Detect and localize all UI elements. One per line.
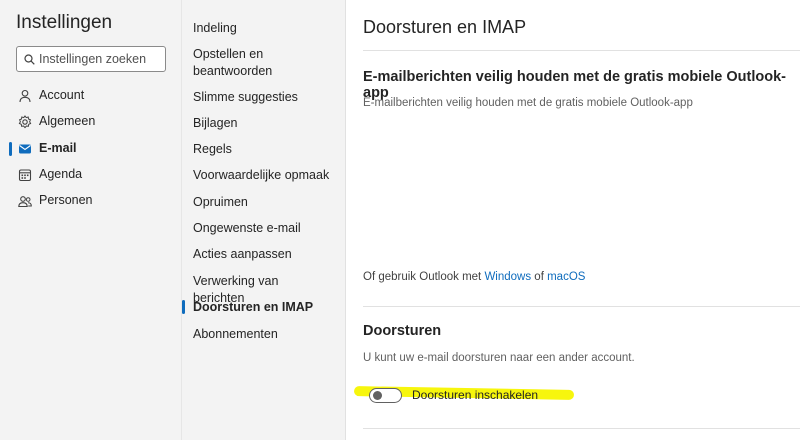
settings-search-box[interactable] (16, 46, 166, 72)
forwarding-description: U kunt uw e-mail doorsturen naar een and… (363, 352, 635, 364)
settings-nav-pane: Instellingen Account Algemeen E-mail (0, 0, 181, 440)
forwarding-toggle[interactable] (369, 388, 402, 403)
nav-item-label: Personen (39, 193, 93, 207)
settings-title: Instellingen (16, 12, 113, 33)
people-icon (18, 196, 32, 208)
nav-item-label: Agenda (39, 167, 83, 181)
calendar-icon (18, 169, 32, 182)
nav-item-email[interactable]: E-mail (0, 136, 181, 162)
divider (363, 50, 800, 51)
submenu-item-label: Acties aanpassen (193, 247, 292, 261)
gear-icon (18, 115, 32, 129)
nav-item-people[interactable]: Personen (0, 188, 181, 214)
nav-item-label: Algemeen (39, 114, 96, 128)
promo-subtext: E-mailberichten veilig houden met de gra… (363, 97, 693, 109)
submenu-item-label: Bijlagen (193, 116, 238, 130)
submenu-item-label: Indeling (193, 21, 237, 35)
submenu-item-label: Abonnementen (193, 327, 278, 341)
nav-item-general[interactable]: Algemeen (0, 109, 181, 135)
settings-content-pane: Doorsturen en IMAP E-mailberichten veili… (345, 0, 800, 440)
person-icon (19, 89, 31, 103)
nav-item-label: E-mail (39, 141, 77, 155)
page-title: Doorsturen en IMAP (363, 17, 527, 37)
nav-item-calendar[interactable]: Agenda (0, 162, 181, 188)
submenu-item-label: Regels (193, 142, 232, 156)
submenu-item-label: Doorsturen en IMAP (193, 300, 314, 314)
toggle-knob (373, 391, 382, 400)
windows-link[interactable]: Windows (484, 271, 531, 283)
active-indicator (182, 300, 185, 314)
forwarding-toggle-label[interactable]: Doorsturen inschakelen (412, 388, 538, 402)
promo-line-prefix: Of gebruik Outlook met (363, 271, 485, 283)
settings-search-input[interactable] (39, 49, 163, 69)
nav-item-account[interactable]: Account (0, 83, 181, 109)
nav-item-label: Account (39, 88, 85, 102)
submenu-item-label: Slimme suggesties (193, 90, 298, 104)
promo-line-middle: of (531, 271, 548, 283)
forwarding-heading: Doorsturen (363, 323, 442, 339)
submenu-item-label: Opstellen en beantwoorden (193, 47, 273, 78)
macos-link[interactable]: macOS (547, 271, 585, 283)
divider (363, 306, 800, 307)
divider (363, 428, 800, 429)
submenu-item-label: Ongewenste e-mail (193, 221, 301, 235)
submenu-item-label: Voorwaardelijke opmaak (193, 168, 330, 182)
promo-platform-line: Of gebruik Outlook met Windows of macOS (363, 271, 585, 283)
active-indicator (9, 142, 12, 156)
mail-icon (19, 144, 31, 154)
search-icon (24, 54, 35, 65)
submenu-item-label: Opruimen (193, 195, 248, 209)
email-settings-submenu: Indeling Opstellen en beantwoorden Slimm… (181, 0, 346, 440)
